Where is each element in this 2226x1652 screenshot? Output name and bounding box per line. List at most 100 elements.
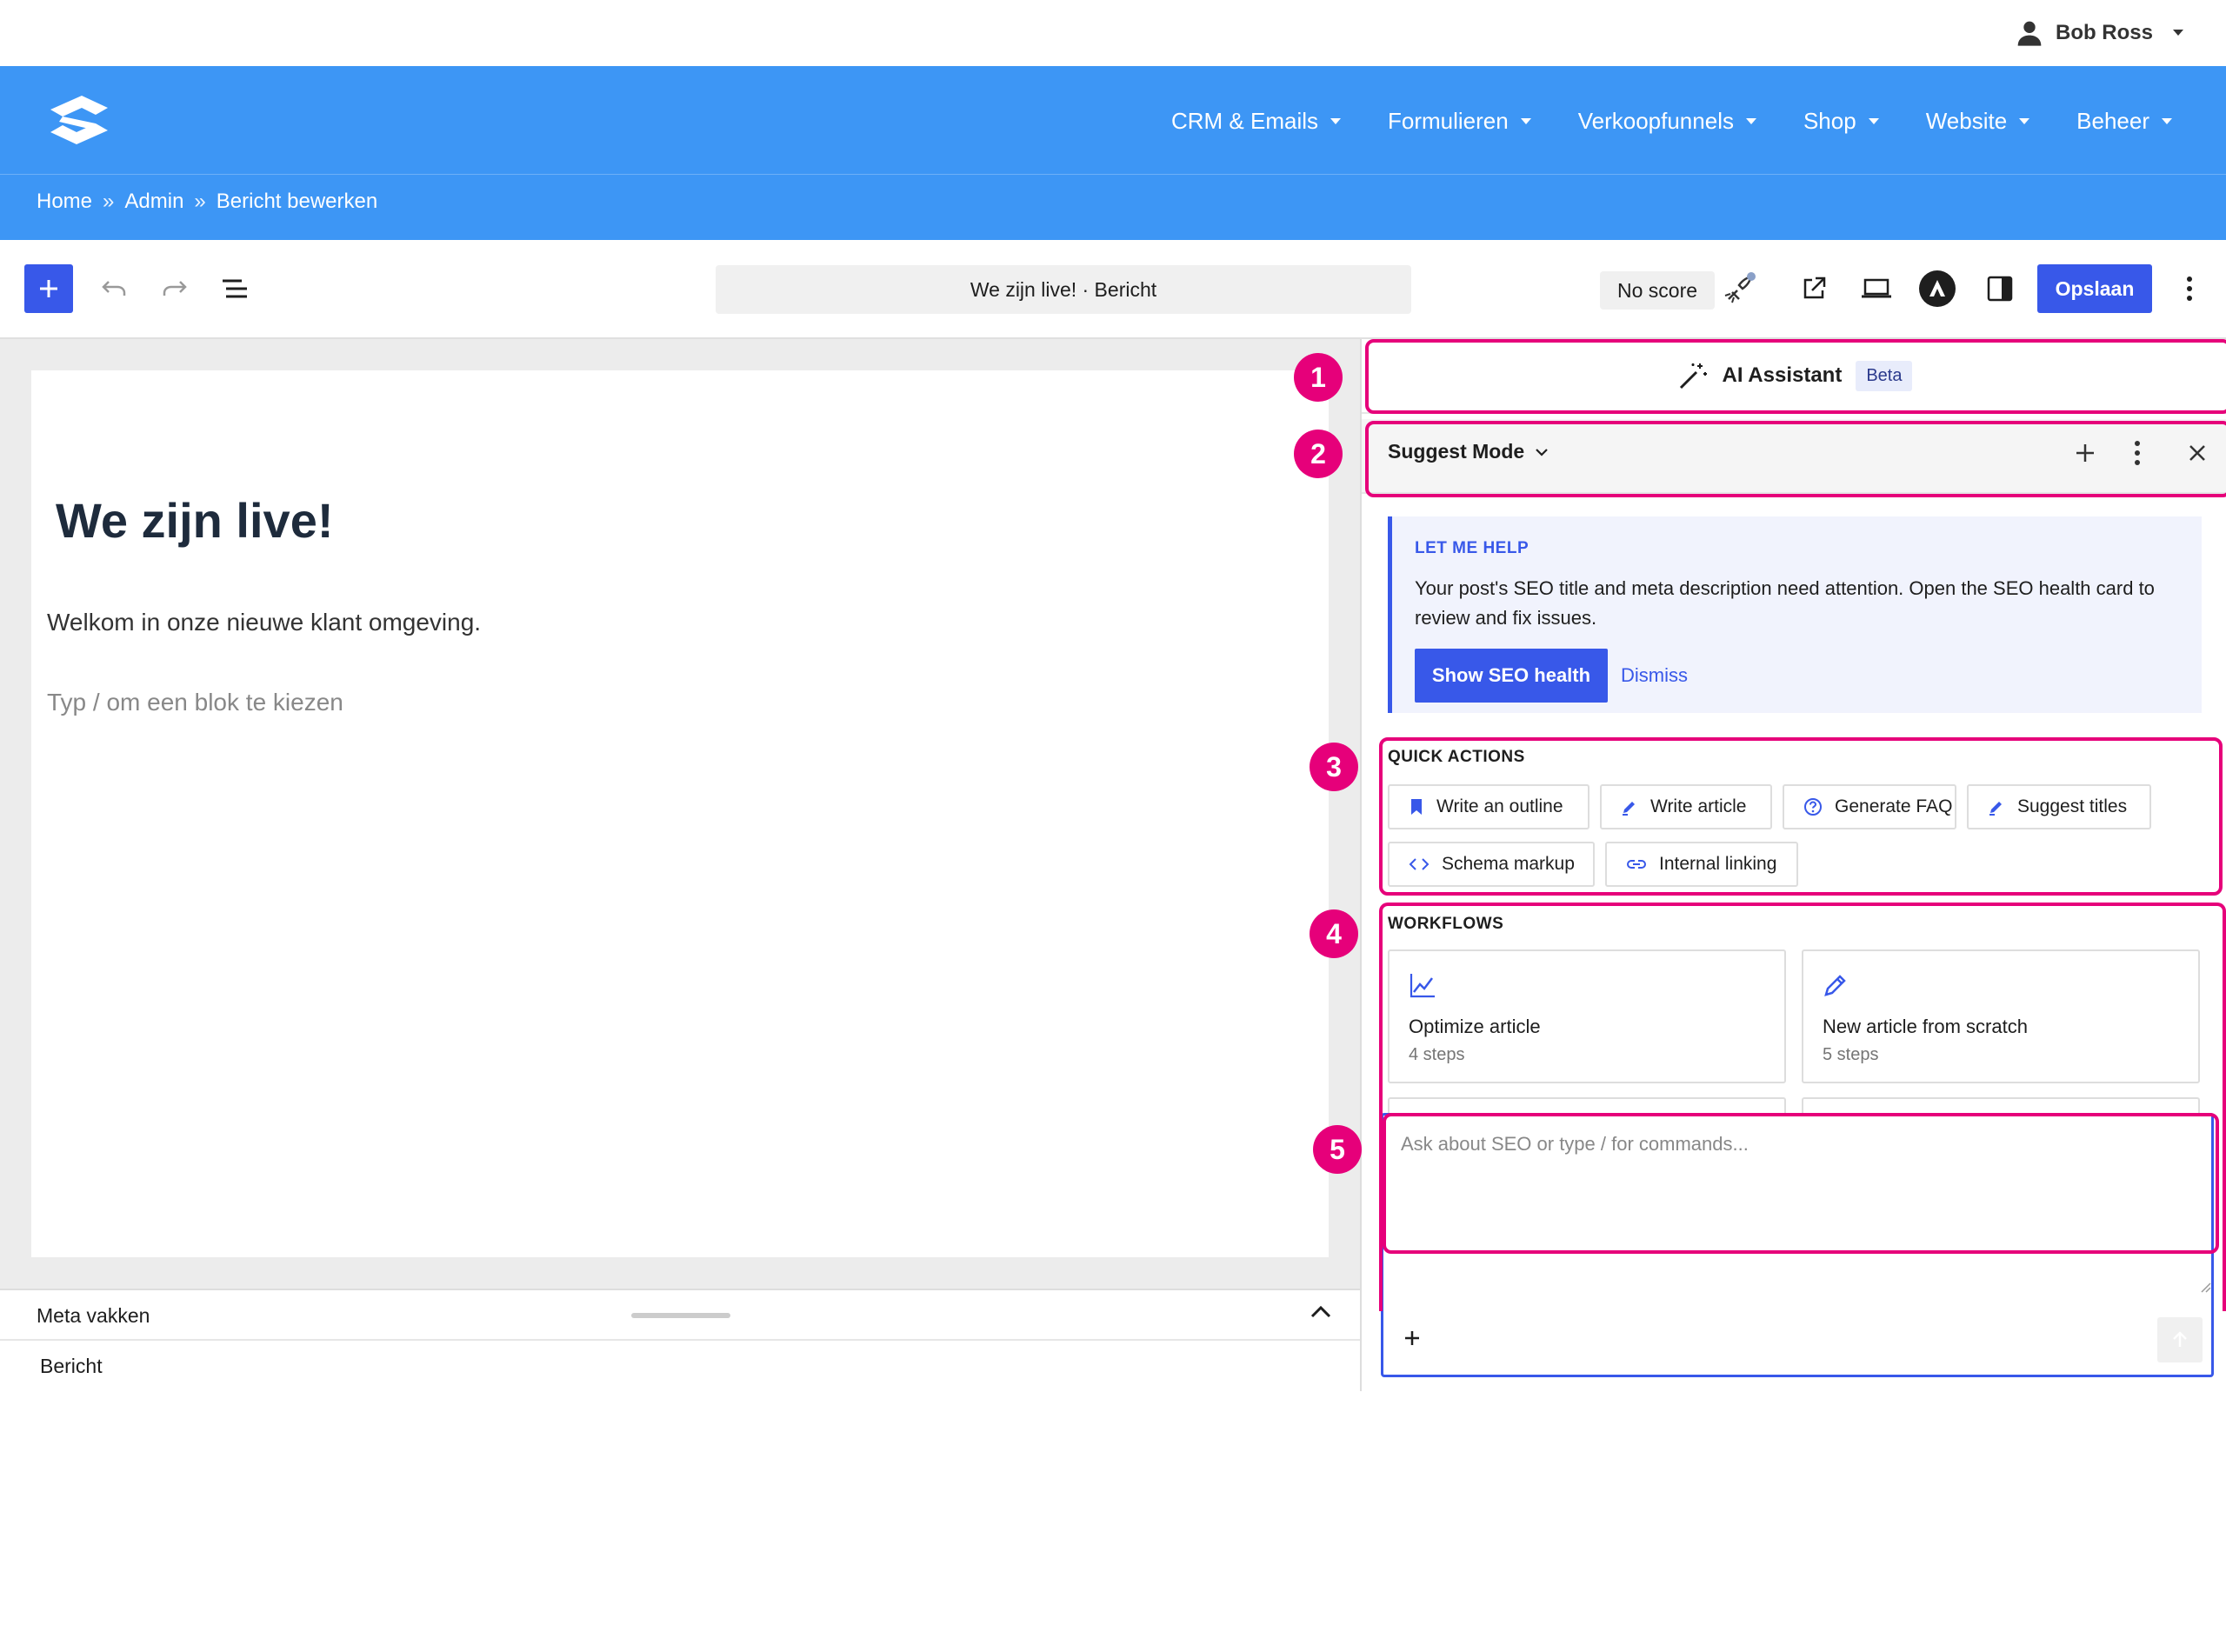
pencil-icon [1621, 798, 1638, 816]
nav-formulieren[interactable]: Formulieren [1388, 108, 1531, 135]
mode-bar: Suggest Mode [1362, 419, 2226, 494]
breadcrumb-admin[interactable]: Admin [124, 190, 183, 214]
show-seo-health-button[interactable]: Show SEO health [1415, 649, 1608, 703]
chat-composer [1381, 1113, 2214, 1377]
resize-handle[interactable] [631, 1313, 730, 1318]
question-circle-icon [1803, 797, 1823, 816]
breadcrumb-bar: Home » Admin » Bericht bewerken [0, 174, 2226, 240]
pencil-icon [1823, 972, 1849, 998]
caret-down-icon [1330, 117, 1341, 124]
plus-icon [1405, 1331, 1419, 1345]
nav-shop[interactable]: Shop [1803, 108, 1879, 135]
annotation-marker-1: 1 [1294, 353, 1343, 402]
chat-options-button[interactable] [2134, 440, 2141, 466]
seo-tool-button[interactable] [1715, 264, 1763, 313]
workflow-new-article[interactable]: New article from scratch 5 steps [1802, 949, 2200, 1083]
magic-wand-icon [1677, 360, 1709, 391]
list-view-icon [223, 279, 247, 298]
quick-action-generate-faq[interactable]: Generate FAQ [1783, 784, 1956, 829]
editor-canvas[interactable]: We zijn live! Welkom in onze nieuwe klan… [31, 370, 1329, 1257]
more-vertical-icon [2135, 441, 2140, 465]
quick-action-write-article[interactable]: Write article [1600, 784, 1772, 829]
send-button[interactable] [2157, 1317, 2203, 1362]
pencil-icon [1988, 798, 2005, 816]
user-menu[interactable]: Bob Ross [2016, 16, 2184, 50]
bookmark-icon [1409, 798, 1424, 816]
annotation-marker-4: 4 [1310, 909, 1358, 958]
redo-button[interactable] [150, 264, 198, 313]
quick-action-label: Generate FAQ [1835, 796, 1953, 816]
quick-action-label: Schema markup [1442, 854, 1575, 874]
logo[interactable] [42, 92, 117, 148]
ai-assistant-title: AI Assistant [1722, 363, 1843, 387]
annotation-marker-2: 2 [1294, 430, 1343, 478]
settings-sidebar-toggle[interactable] [1976, 264, 2024, 313]
nav-beheer[interactable]: Beheer [2076, 108, 2172, 135]
chevron-up-icon[interactable] [1310, 1304, 1332, 1320]
close-panel-button[interactable] [2184, 440, 2210, 466]
options-menu-button[interactable] [2165, 264, 2214, 313]
chat-input[interactable] [1401, 1133, 2183, 1307]
help-card-label: LET ME HELP [1415, 539, 1530, 557]
workflow-optimize-article[interactable]: Optimize article 4 steps [1388, 949, 1786, 1083]
save-button[interactable]: Opslaan [2037, 264, 2152, 313]
nav-label: CRM & Emails [1170, 107, 1318, 134]
quick-action-write-outline[interactable]: Write an outline [1388, 784, 1590, 829]
quick-action-internal-linking[interactable]: Internal linking [1605, 842, 1798, 887]
user-bar: Bob Ross [0, 0, 2226, 66]
block-placeholder[interactable]: Typ / om een blok te kiezen [47, 689, 343, 716]
ai-assistant-header: AI Assistant Beta [1362, 339, 2226, 414]
new-chat-button[interactable] [2072, 440, 2098, 466]
view-post-button[interactable] [1789, 264, 1838, 313]
chart-line-icon [1409, 972, 1436, 998]
help-card: LET ME HELP Your post's SEO title and me… [1388, 516, 2202, 713]
post-title[interactable]: We zijn live! [56, 492, 333, 549]
add-block-button[interactable] [24, 264, 73, 313]
nav-crm[interactable]: CRM & Emails [1171, 108, 1341, 135]
sidebar-panel-icon [1987, 276, 2013, 302]
quick-action-suggest-titles[interactable]: Suggest titles [1967, 784, 2151, 829]
breadcrumb-home[interactable]: Home [37, 190, 92, 214]
chevron-down-icon [1535, 448, 1549, 456]
quick-action-schema-markup[interactable]: Schema markup [1388, 842, 1595, 887]
code-icon [1409, 856, 1430, 872]
external-link-icon [1803, 276, 1826, 299]
undo-button[interactable] [90, 264, 139, 313]
astra-logo-icon [1919, 270, 1956, 307]
main-navbar: CRM & Emails Formulieren Verkoopfunnels … [0, 66, 2226, 174]
seo-score-badge[interactable]: No score [1600, 271, 1716, 310]
nav-verkoopfunnels[interactable]: Verkoopfunnels [1578, 108, 1756, 135]
undo-icon [102, 281, 126, 296]
astra-settings-button[interactable] [1913, 264, 1962, 313]
resize-grip-icon[interactable] [2199, 1281, 2211, 1293]
user-name: Bob Ross [2055, 21, 2153, 44]
editor-toolbar: We zijn live! · Bericht No score Opslaan [0, 240, 2226, 339]
meta-boxes-header[interactable]: Meta vakken [0, 1290, 1360, 1341]
workflow-title: New article from scratch [1823, 1016, 2028, 1037]
mode-label: Suggest Mode [1388, 440, 1525, 463]
annotation-marker-3: 3 [1310, 743, 1358, 791]
dismiss-link[interactable]: Dismiss [1621, 664, 1688, 687]
mode-dropdown[interactable]: Suggest Mode [1388, 440, 1549, 463]
nav-label: Website [1925, 107, 2008, 134]
workflow-title: Optimize article [1409, 1016, 1541, 1037]
post-paragraph[interactable]: Welkom in onze nieuwe klant omgeving. [47, 609, 481, 636]
quick-action-label: Internal linking [1659, 854, 1777, 874]
workflow-steps: 4 steps [1409, 1045, 1465, 1064]
user-icon [2016, 19, 2043, 47]
quick-action-label: Write article [1650, 796, 1747, 816]
meta-box-bericht[interactable]: Bericht [40, 1355, 103, 1378]
annotation-marker-5: 5 [1313, 1125, 1362, 1174]
document-title-bar[interactable]: We zijn live! · Bericht [716, 265, 1411, 314]
caret-down-icon [2162, 117, 2172, 124]
arrow-up-icon [2173, 1331, 2187, 1347]
preview-device-button[interactable] [1852, 264, 1901, 313]
meta-boxes-panel: Meta vakken Bericht [0, 1289, 1360, 1391]
plus-icon [2076, 444, 2094, 462]
document-overview-button[interactable] [210, 264, 259, 313]
quick-action-label: Suggest titles [2017, 796, 2128, 816]
editor-canvas-area: We zijn live! Welkom in onze nieuwe klan… [0, 339, 1360, 1289]
nav-website[interactable]: Website [1925, 107, 2030, 135]
attach-button[interactable] [1403, 1329, 1422, 1348]
ai-assistant-sidebar: AI Assistant Beta Suggest Mode LET ME HE… [1294, 339, 2226, 1391]
